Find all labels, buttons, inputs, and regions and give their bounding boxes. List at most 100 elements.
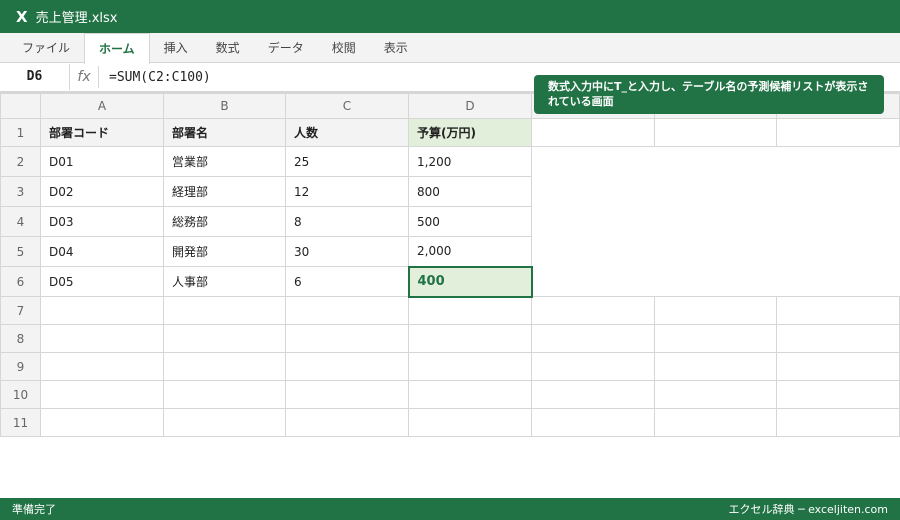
column-header-b[interactable]: B bbox=[163, 93, 286, 119]
row-header[interactable]: 11 bbox=[0, 408, 41, 437]
empty-cell[interactable] bbox=[408, 380, 532, 409]
file-name: 売上管理.xlsx bbox=[35, 11, 118, 26]
tab-insert[interactable]: 挿入 bbox=[150, 33, 202, 63]
table-cell[interactable]: 25 bbox=[285, 146, 409, 177]
empty-cell[interactable] bbox=[654, 352, 777, 381]
empty-cell[interactable] bbox=[285, 352, 409, 381]
cell-d1[interactable]: 予算(万円) bbox=[408, 118, 532, 147]
selected-cell-d6[interactable]: 400 bbox=[407, 265, 533, 298]
spreadsheet-grid: A B C D E F G 1 部署コード 部署名 人数 予算(万円) 2D01… bbox=[0, 93, 900, 437]
tab-data[interactable]: データ bbox=[254, 33, 318, 63]
empty-area bbox=[531, 266, 900, 297]
column-header-d[interactable]: D bbox=[408, 93, 532, 119]
empty-cell[interactable] bbox=[285, 408, 409, 437]
tab-review[interactable]: 校閲 bbox=[318, 33, 370, 63]
empty-cell[interactable] bbox=[163, 408, 286, 437]
corner-select-all[interactable] bbox=[0, 93, 41, 119]
ribbon-tabs: ファイル ホーム 挿入 数式 データ 校閲 表示 bbox=[0, 33, 900, 64]
tab-view[interactable]: 表示 bbox=[370, 33, 422, 63]
row-header[interactable]: 7 bbox=[0, 296, 41, 325]
table-cell[interactable]: 営業部 bbox=[163, 146, 286, 177]
empty-cell[interactable] bbox=[40, 408, 164, 437]
cell-e1[interactable] bbox=[531, 118, 655, 147]
empty-cell[interactable] bbox=[654, 296, 777, 325]
empty-cell[interactable] bbox=[408, 352, 532, 381]
empty-cell[interactable] bbox=[285, 380, 409, 409]
row-header[interactable]: 6 bbox=[0, 266, 41, 297]
row-header[interactable]: 4 bbox=[0, 206, 41, 237]
caption-tooltip: 数式入力中にT_と入力し、テーブル名の予測候補リストが表示されている画面 bbox=[534, 75, 884, 114]
cell-g1[interactable] bbox=[776, 118, 900, 147]
row-header[interactable]: 8 bbox=[0, 324, 41, 353]
table-cell[interactable]: 総務部 bbox=[163, 206, 286, 237]
empty-cell[interactable] bbox=[163, 296, 286, 325]
empty-cell[interactable] bbox=[776, 296, 900, 325]
empty-cell[interactable] bbox=[531, 380, 655, 409]
empty-cell[interactable] bbox=[163, 380, 286, 409]
empty-cell[interactable] bbox=[531, 296, 655, 325]
empty-cell[interactable] bbox=[654, 380, 777, 409]
table-cell[interactable]: 人事部 bbox=[163, 266, 286, 297]
table-cell[interactable]: 8 bbox=[285, 206, 409, 237]
column-header-c[interactable]: C bbox=[285, 93, 409, 119]
row-header[interactable]: 10 bbox=[0, 380, 41, 409]
cell-c1[interactable]: 人数 bbox=[285, 118, 409, 147]
row-header[interactable]: 2 bbox=[0, 146, 41, 177]
empty-area bbox=[531, 206, 900, 237]
row-header[interactable]: 9 bbox=[0, 352, 41, 381]
empty-cell[interactable] bbox=[776, 408, 900, 437]
table-cell[interactable]: D02 bbox=[40, 176, 164, 207]
table-cell[interactable]: D01 bbox=[40, 146, 164, 177]
empty-cell[interactable] bbox=[40, 352, 164, 381]
cell-f1[interactable] bbox=[654, 118, 777, 147]
empty-cell[interactable] bbox=[654, 408, 777, 437]
table-cell[interactable]: 開発部 bbox=[163, 236, 286, 267]
table-cell[interactable]: D05 bbox=[40, 266, 164, 297]
tab-home[interactable]: ホーム bbox=[84, 33, 150, 64]
table-cell[interactable]: 6 bbox=[285, 266, 409, 297]
empty-cell[interactable] bbox=[40, 324, 164, 353]
empty-cell[interactable] bbox=[776, 324, 900, 353]
table-cell[interactable]: 800 bbox=[408, 176, 532, 207]
empty-cell[interactable] bbox=[531, 352, 655, 381]
table-cell[interactable]: 12 bbox=[285, 176, 409, 207]
name-box[interactable]: D6 bbox=[0, 64, 70, 90]
table-cell[interactable]: 500 bbox=[408, 206, 532, 237]
empty-area bbox=[531, 236, 900, 267]
row-header[interactable]: 3 bbox=[0, 176, 41, 207]
tab-formulas[interactable]: 数式 bbox=[202, 33, 254, 63]
table-cell[interactable]: 30 bbox=[285, 236, 409, 267]
empty-cell[interactable] bbox=[163, 324, 286, 353]
empty-cell[interactable] bbox=[40, 296, 164, 325]
column-header-a[interactable]: A bbox=[40, 93, 164, 119]
empty-area bbox=[531, 146, 900, 177]
formula-input[interactable]: =SUM(C2:C100) bbox=[99, 70, 211, 85]
empty-cell[interactable] bbox=[408, 296, 532, 325]
empty-cell[interactable] bbox=[163, 352, 286, 381]
empty-cell[interactable] bbox=[285, 296, 409, 325]
empty-cell[interactable] bbox=[40, 380, 164, 409]
empty-cell[interactable] bbox=[285, 324, 409, 353]
table-cell[interactable]: D04 bbox=[40, 236, 164, 267]
title-bar: X 売上管理.xlsx bbox=[0, 0, 900, 33]
empty-cell[interactable] bbox=[776, 352, 900, 381]
empty-cell[interactable] bbox=[531, 324, 655, 353]
status-credit: エクセル辞典 ─ exceljiten.com bbox=[728, 503, 888, 516]
empty-cell[interactable] bbox=[408, 324, 532, 353]
cell-a1[interactable]: 部署コード bbox=[40, 118, 164, 147]
cell-b1[interactable]: 部署名 bbox=[163, 118, 286, 147]
empty-cell[interactable] bbox=[654, 324, 777, 353]
row-header[interactable]: 1 bbox=[0, 118, 41, 147]
table-cell[interactable]: 1,200 bbox=[408, 146, 532, 177]
fx-icon[interactable]: fx bbox=[70, 66, 99, 88]
status-bar: 準備完了 エクセル辞典 ─ exceljiten.com bbox=[0, 498, 900, 520]
row-header[interactable]: 5 bbox=[0, 236, 41, 267]
table-cell[interactable]: 経理部 bbox=[163, 176, 286, 207]
empty-cell[interactable] bbox=[531, 408, 655, 437]
empty-cell[interactable] bbox=[776, 380, 900, 409]
empty-cell[interactable] bbox=[408, 408, 532, 437]
table-cell[interactable]: 2,000 bbox=[408, 236, 532, 267]
tab-file[interactable]: ファイル bbox=[8, 33, 84, 63]
excel-logo-icon: X bbox=[16, 7, 28, 26]
table-cell[interactable]: D03 bbox=[40, 206, 164, 237]
